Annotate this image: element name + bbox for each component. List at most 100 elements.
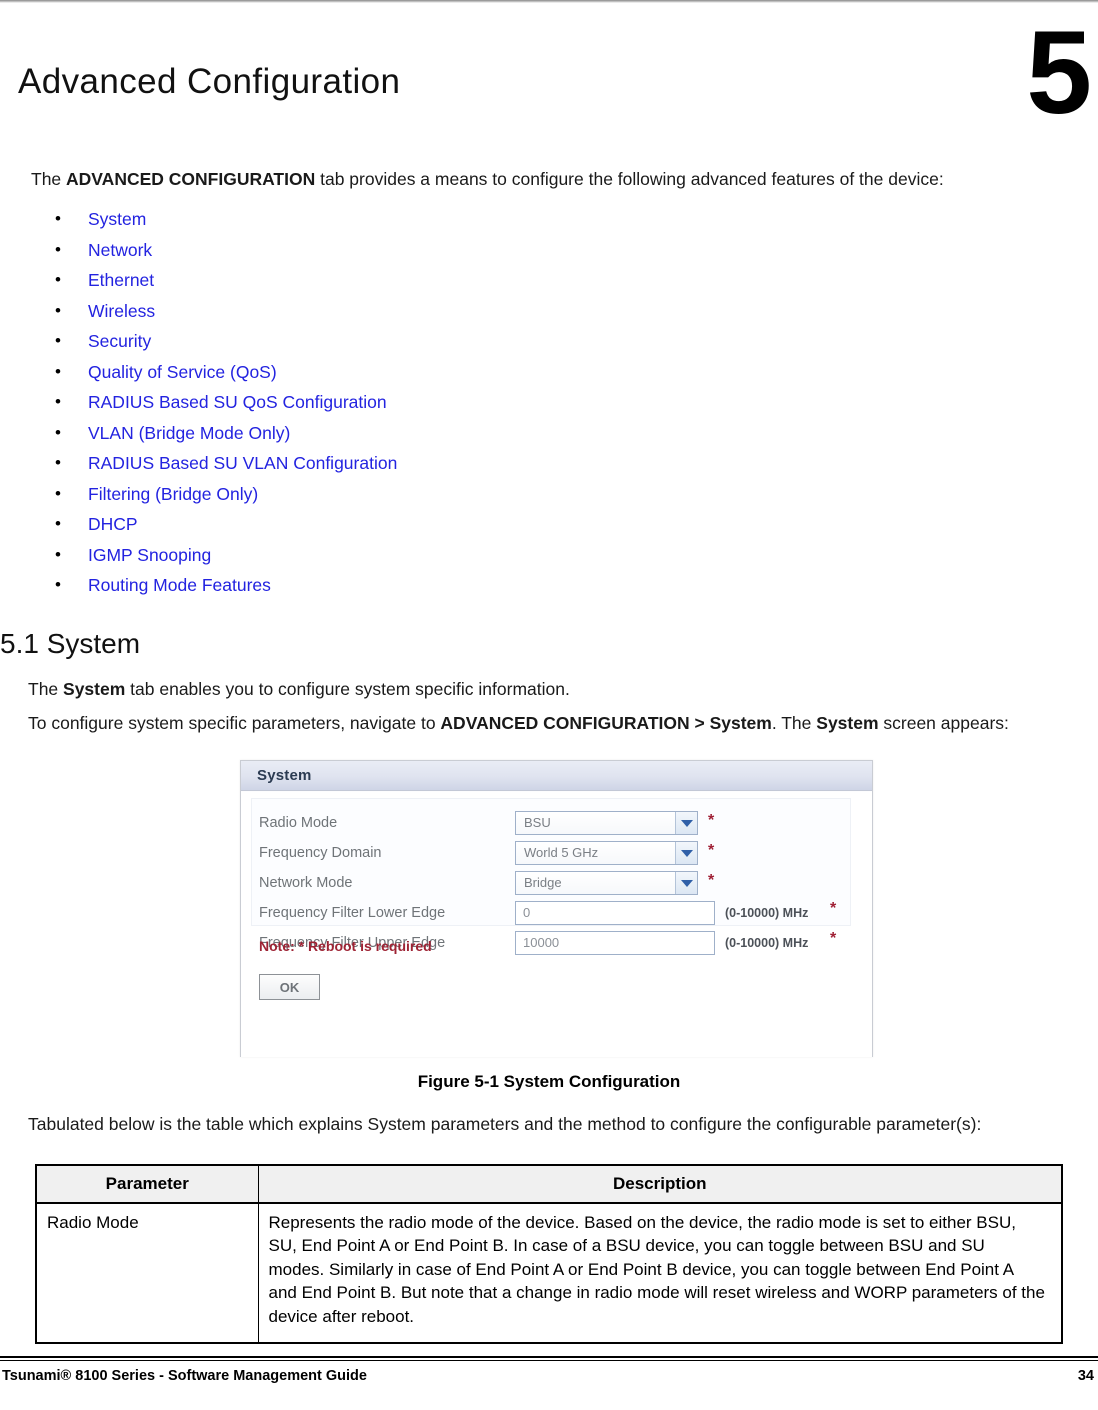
chapter-header: Advanced Configuration 5 (0, 14, 1098, 144)
required-asterisk-icon: * (708, 872, 715, 889)
link-radius-su-vlan[interactable]: RADIUS Based SU VLAN Configuration (88, 453, 397, 473)
cell-description-radio-mode: Represents the radio mode of the device.… (257, 1202, 1063, 1344)
frequency-filter-upper-edge-value: 10000 (523, 935, 560, 950)
intro-bold-term: ADVANCED CONFIGURATION (66, 169, 316, 189)
radio-mode-value: BSU (524, 815, 551, 830)
ok-button-label: OK (279, 980, 300, 995)
sys-p1-suffix: tab enables you to configure system spec… (125, 679, 570, 699)
form-row-frequency-domain: Frequency Domain World 5 GHz * (259, 840, 859, 870)
required-asterisk-icon: * (708, 812, 715, 829)
link-security[interactable]: Security (88, 331, 151, 351)
link-dhcp[interactable]: DHCP (88, 514, 138, 534)
screenshot-panel-body: Radio Mode BSU * Frequency Domain World … (241, 792, 872, 1057)
list-item[interactable]: • Wireless (52, 296, 652, 327)
link-vlan[interactable]: VLAN (Bridge Mode Only) (88, 423, 290, 443)
frequency-filter-lower-edge-unit: (0-10000) MHz (725, 906, 809, 920)
footer-rule (0, 1356, 1098, 1361)
column-header-parameter: Parameter (35, 1164, 259, 1204)
network-mode-select[interactable]: Bridge (515, 871, 698, 895)
frequency-filter-upper-edge-unit: (0-10000) MHz (725, 936, 809, 950)
radio-mode-select[interactable]: BSU (515, 811, 698, 835)
radio-mode-label: Radio Mode (259, 815, 338, 831)
list-item[interactable]: • Routing Mode Features (52, 570, 652, 601)
link-quality-of-service[interactable]: Quality of Service (QoS) (88, 362, 277, 382)
bullet-icon: • (55, 361, 61, 381)
list-item[interactable]: • Network (52, 235, 652, 266)
sys-p2-prefix: To configure system specific parameters,… (28, 713, 441, 733)
link-wireless[interactable]: Wireless (88, 301, 155, 321)
bullet-icon: • (55, 331, 61, 350)
list-item[interactable]: • Security (52, 326, 652, 357)
footer-guide-title: Tsunami® 8100 Series - Software Manageme… (2, 1368, 367, 1384)
frequency-filter-lower-edge-input[interactable]: 0 (515, 901, 715, 925)
bullet-icon: • (55, 239, 61, 259)
table-body: Radio Mode Represents the radio mode of … (35, 1202, 1063, 1344)
link-filtering[interactable]: Filtering (Bridge Only) (88, 484, 258, 504)
system-paragraph-2: To configure system specific parameters,… (28, 712, 1088, 736)
intro-suffix: tab provides a means to configure the fo… (315, 169, 944, 189)
intro-prefix: The (31, 169, 67, 189)
sys-p2-suffix: screen appears: (878, 713, 1009, 733)
system-configuration-screenshot: System Radio Mode BSU * Frequency Domain… (240, 760, 873, 1057)
sys-p2-bold-system: System (816, 713, 879, 733)
link-system[interactable]: System (88, 209, 146, 229)
system-paragraph-1: The System tab enables you to configure … (28, 678, 1068, 702)
sys-p1-bold: System (63, 679, 126, 699)
link-radius-su-qos[interactable]: RADIUS Based SU QoS Configuration (88, 392, 387, 412)
table-row: Radio Mode Represents the radio mode of … (35, 1202, 1063, 1344)
sys-p1-prefix: The (28, 679, 64, 699)
list-item[interactable]: • DHCP (52, 509, 652, 540)
bullet-icon: • (55, 209, 61, 228)
frequency-domain-value: World 5 GHz (524, 845, 599, 860)
link-igmp-snooping[interactable]: IGMP Snooping (88, 545, 211, 565)
ok-button[interactable]: OK (259, 974, 320, 1000)
column-header-description: Description (257, 1164, 1063, 1204)
link-network[interactable]: Network (88, 240, 152, 260)
figure-caption: Figure 5-1 System Configuration (417, 1072, 681, 1091)
link-routing-mode-features[interactable]: Routing Mode Features (88, 575, 271, 595)
screenshot-panel-titlebar: System (241, 761, 872, 791)
frequency-filter-lower-edge-label: Frequency Filter Lower Edge (259, 905, 446, 921)
list-item[interactable]: • Quality of Service (QoS) (52, 357, 652, 388)
list-item[interactable]: • Ethernet (52, 265, 652, 296)
page-title: Advanced Configuration (18, 62, 401, 101)
page-top-rule (0, 0, 1098, 3)
bullet-icon: • (55, 270, 61, 289)
sys-p2-mid: . The (771, 713, 817, 733)
bullet-icon: • (55, 483, 61, 503)
bullet-icon: • (55, 514, 61, 533)
frequency-domain-select[interactable]: World 5 GHz (515, 841, 698, 865)
form-row-frequency-filter-lower-edge: Frequency Filter Lower Edge 0 (0-10000) … (259, 900, 859, 930)
list-item[interactable]: • RADIUS Based SU VLAN Configuration (52, 448, 652, 479)
list-item[interactable]: • IGMP Snooping (52, 540, 652, 571)
bullet-icon: • (55, 575, 61, 594)
chevron-down-icon[interactable] (675, 842, 697, 864)
required-asterisk-icon: * (830, 930, 837, 947)
network-mode-value: Bridge (524, 875, 562, 890)
bullet-icon: • (55, 422, 61, 442)
screenshot-panel-title: System (257, 767, 312, 784)
list-item[interactable]: • VLAN (Bridge Mode Only) (52, 418, 652, 449)
tabulated-paragraph: Tabulated below is the table which expla… (28, 1114, 982, 1134)
list-item[interactable]: • RADIUS Based SU QoS Configuration (52, 387, 652, 418)
required-asterisk-icon: * (708, 842, 715, 859)
bullet-icon: • (55, 300, 61, 320)
section-heading: 5.1 System (0, 628, 141, 659)
intro-paragraph: The ADVANCED CONFIGURATION tab provides … (31, 168, 1081, 192)
frequency-filter-upper-edge-input[interactable]: 10000 (515, 931, 715, 955)
frequency-filter-lower-edge-value: 0 (523, 905, 531, 920)
frequency-domain-label: Frequency Domain (259, 845, 382, 861)
reboot-required-note: Note: * Reboot is required (259, 938, 432, 954)
chapter-number: 5 (1026, 7, 1092, 139)
bullet-icon: • (55, 544, 61, 564)
chevron-down-icon[interactable] (675, 812, 697, 834)
list-item[interactable]: • Filtering (Bridge Only) (52, 479, 652, 510)
form-row-network-mode: Network Mode Bridge * (259, 870, 859, 900)
parameter-description-table: Parameter Description Radio Mode Represe… (35, 1164, 1063, 1345)
feature-link-list: • System • Network • Ethernet • Wireless • Se… (52, 204, 652, 601)
list-item[interactable]: • System (52, 204, 652, 235)
chevron-down-icon[interactable] (675, 872, 697, 894)
required-asterisk-icon: * (830, 900, 837, 917)
link-ethernet[interactable]: Ethernet (88, 270, 154, 290)
sys-p2-bold-path: ADVANCED CONFIGURATION > System (440, 713, 772, 733)
